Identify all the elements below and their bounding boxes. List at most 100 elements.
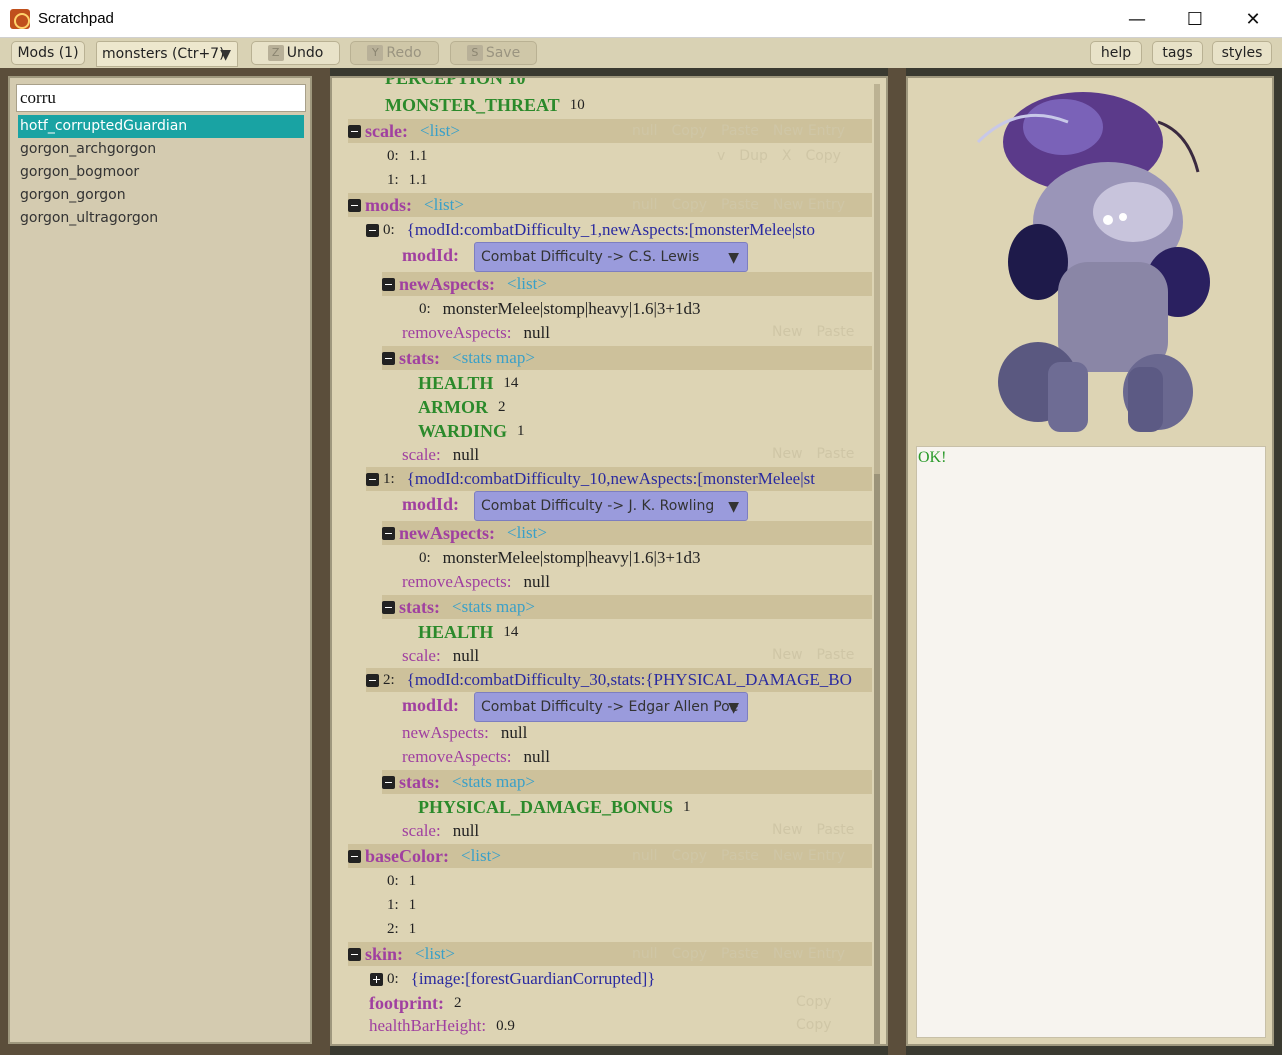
color-value[interactable]: 1 [409,873,417,890]
redo-button[interactable]: Y Redo [350,41,439,65]
healthbar-value[interactable]: 0.9 [496,1018,515,1035]
list-item[interactable]: hotf_corruptedGuardian [18,115,304,138]
perception-key: PERCEPTION 10 [385,76,526,88]
file-dropdown[interactable]: monsters (Ctr+7) ▼ [96,41,238,67]
scale-key: scale: [402,445,441,464]
new-action[interactable]: New [772,647,803,663]
delete-action[interactable]: X [782,148,792,164]
new-entry-action[interactable]: New Entry [773,123,845,139]
styles-button[interactable]: styles [1212,41,1272,65]
background-art-mid [888,68,906,1055]
stat-value[interactable]: 1 [517,423,525,440]
modid-select[interactable]: Combat Difficulty -> J. K. Rowling ▼ [474,491,748,521]
scale-value[interactable]: 1.1 [409,148,428,165]
null-value[interactable]: null [453,646,479,666]
aspect-value[interactable]: monsterMelee|stomp|heavy|1.6|3+1d3 [443,299,701,319]
expand-icon[interactable] [370,972,383,986]
search-input[interactable] [16,84,306,112]
removeaspects-key: removeAspects: [402,747,512,766]
paste-action[interactable]: Paste [721,848,759,864]
paste-action[interactable]: Paste [817,822,855,838]
list-item[interactable]: gorgon_gorgon [18,184,304,207]
color-value[interactable]: 1 [409,897,417,914]
null-value[interactable]: null [453,445,479,465]
newaspects-row: newAspects: <list> [382,521,872,545]
close-button[interactable]: ✕ [1224,0,1282,38]
editor-scrollbar[interactable] [874,84,880,1044]
copy-action[interactable]: Copy [672,197,708,213]
row-actions: New Paste [772,322,868,342]
null-value[interactable]: null [524,323,550,343]
mod-0-row: 0: {modId:combatDifficulty_1,newAspects:[… [366,218,815,242]
null-action[interactable]: null [632,848,658,864]
paste-action[interactable]: Paste [817,324,855,340]
paste-action[interactable]: Paste [817,647,855,663]
paste-action[interactable]: Paste [721,946,759,962]
collapse-icon[interactable] [366,472,379,486]
collapse-icon[interactable] [382,775,395,789]
paste-action[interactable]: Paste [721,197,759,213]
modid-select[interactable]: Combat Difficulty -> C.S. Lewis ▼ [474,242,748,272]
collapse-icon[interactable] [348,947,361,961]
copy-action[interactable]: Copy [796,994,832,1010]
new-action[interactable]: New [772,324,803,340]
stat-value[interactable]: 14 [503,624,518,641]
cut-row: PERCEPTION 10 [385,76,526,90]
copy-action[interactable]: Copy [672,848,708,864]
color-value[interactable]: 1 [409,921,417,938]
collapse-icon[interactable] [382,351,395,365]
help-button[interactable]: help [1090,41,1142,65]
tags-button[interactable]: tags [1152,41,1203,65]
chevron-down-icon: ▼ [728,250,739,266]
dup-action[interactable]: Dup [739,148,768,164]
move-down-action[interactable]: v [717,148,725,164]
monster-threat-row: MONSTER_THREAT 10 [385,93,585,117]
maximize-button[interactable]: ☐ [1166,0,1224,38]
null-value[interactable]: null [524,572,550,592]
null-value[interactable]: null [524,747,550,767]
list-item[interactable]: gorgon_ultragorgon [18,207,304,230]
collapse-icon[interactable] [366,223,379,237]
minimize-button[interactable]: — [1108,0,1166,38]
stat-value[interactable]: 1 [683,799,691,816]
copy-action[interactable]: Copy [672,946,708,962]
collapse-icon[interactable] [366,673,379,687]
list-item[interactable]: gorgon_archgorgon [18,138,304,161]
scrollbar-thumb[interactable] [874,474,880,1044]
collapse-icon[interactable] [348,849,361,863]
row-actions: New Paste [772,444,868,464]
new-entry-action[interactable]: New Entry [773,848,845,864]
copy-action[interactable]: Copy [796,1017,832,1033]
stat-value[interactable]: 14 [503,375,518,392]
paste-action[interactable]: Paste [817,446,855,462]
modid-key: modId: [402,493,460,514]
footprint-value[interactable]: 2 [454,995,462,1012]
scale-value[interactable]: 1.1 [409,172,428,189]
new-action[interactable]: New [772,822,803,838]
null-value[interactable]: null [501,723,527,743]
modid-select[interactable]: Combat Difficulty -> Edgar Allen Poe ▼ [474,692,748,722]
new-entry-action[interactable]: New Entry [773,197,845,213]
mods-key: mods: [365,194,413,215]
aspect-value[interactable]: monsterMelee|stomp|heavy|1.6|3+1d3 [443,548,701,568]
null-action[interactable]: null [632,946,658,962]
list-item[interactable]: gorgon_bogmoor [18,161,304,184]
null-action[interactable]: null [632,123,658,139]
collapse-icon[interactable] [382,600,395,614]
copy-action[interactable]: Copy [672,123,708,139]
null-value[interactable]: null [453,821,479,841]
new-action[interactable]: New [772,446,803,462]
monster-threat-value[interactable]: 10 [570,97,585,114]
mods-button[interactable]: Mods (1) [11,41,85,65]
new-entry-action[interactable]: New Entry [773,946,845,962]
collapse-icon[interactable] [348,198,361,212]
null-action[interactable]: null [632,197,658,213]
collapse-icon[interactable] [348,124,361,138]
stat-value[interactable]: 2 [498,399,506,416]
paste-action[interactable]: Paste [721,123,759,139]
undo-button[interactable]: Z Undo [251,41,340,65]
copy-action[interactable]: Copy [805,148,841,164]
collapse-icon[interactable] [382,526,395,540]
save-button[interactable]: S Save [450,41,537,65]
collapse-icon[interactable] [382,277,395,291]
